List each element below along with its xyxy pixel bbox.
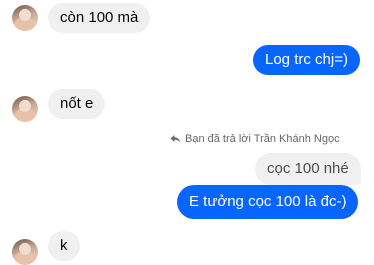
message-text: nốt e xyxy=(60,95,94,112)
sender-avatar[interactable] xyxy=(12,5,38,31)
quoted-message-bubble[interactable]: cọc 100 nhé xyxy=(255,153,361,185)
outgoing-message-bubble[interactable]: Log trc chj=) xyxy=(253,45,360,75)
incoming-message-bubble[interactable]: nốt e xyxy=(48,89,106,119)
sender-avatar[interactable] xyxy=(12,96,38,122)
incoming-message-bubble[interactable]: còn 100 mà xyxy=(48,3,151,33)
message-text: Log trc chj=) xyxy=(265,51,348,68)
message-text: E tưởng cọc 100 là đc-) xyxy=(189,193,347,210)
reply-arrow-icon xyxy=(170,135,181,143)
quoted-message-text: cọc 100 nhé xyxy=(267,160,349,177)
sender-avatar[interactable] xyxy=(12,239,38,265)
reply-indicator: Bạn đã trả lời Trần Khánh Ngọc xyxy=(170,133,340,145)
message-text: k xyxy=(60,237,68,254)
reply-note-text: Bạn đã trả lời Trần Khánh Ngọc xyxy=(185,133,340,145)
outgoing-message-bubble[interactable]: E tưởng cọc 100 là đc-) xyxy=(177,185,359,219)
message-text: còn 100 mà xyxy=(60,9,139,26)
